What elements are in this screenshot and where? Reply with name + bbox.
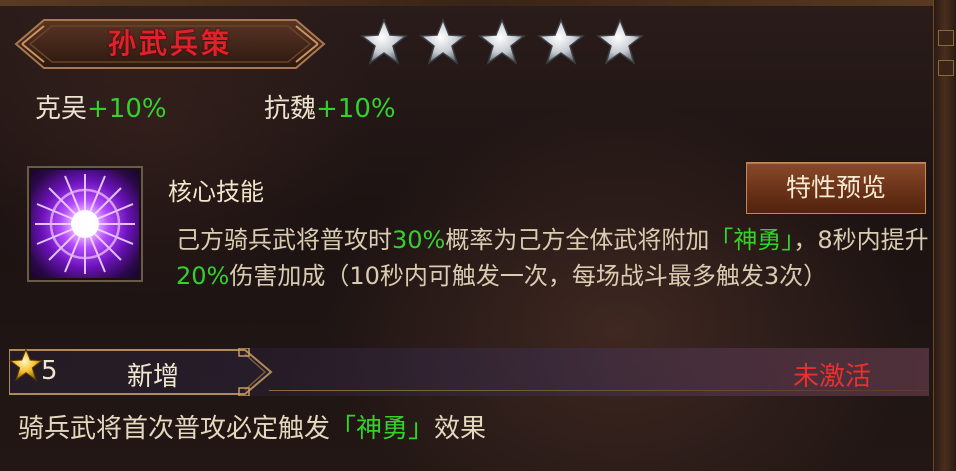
bonus-label: 抗魏 — [264, 94, 317, 124]
title-banner: 孙武兵策 — [14, 18, 326, 70]
star-level: 5 — [41, 356, 58, 386]
star-rating — [360, 18, 644, 68]
desc-boost: 20% — [176, 262, 230, 290]
frame-ornament — [938, 60, 954, 76]
skill-name: 核心技能 — [168, 178, 264, 206]
silver-star-icon — [478, 18, 526, 65]
trait-preview-button[interactable]: 特性预览 — [746, 162, 926, 214]
frame-top-border — [0, 0, 956, 6]
silver-star-icon — [419, 18, 467, 65]
silver-star-icon — [596, 18, 644, 65]
effect-buff: 「神勇」 — [330, 414, 435, 444]
desc-buff: 「神勇」 — [709, 226, 794, 254]
effect-text: 骑兵武将首次普攻必定触发 — [18, 414, 331, 444]
desc-chance: 30% — [392, 226, 446, 254]
banner-title: 孙武兵策 — [107, 27, 232, 60]
gold-star-icon — [9, 348, 43, 382]
desc-text: 概率为己方全体武将附加 — [445, 226, 710, 254]
new-label: 新增 — [127, 362, 180, 392]
status-badge: 未激活 — [792, 362, 871, 392]
desc-text: 己方骑兵武将普攻时 — [176, 226, 392, 254]
bonus-value: +10% — [87, 94, 167, 124]
star-bonus-effect: 骑兵武将首次普攻必定触发「神勇」效果 — [18, 408, 486, 445]
frame-ornament — [938, 30, 954, 46]
desc-text: ，8秒内提升 — [793, 226, 929, 254]
effect-text: 效果 — [434, 414, 487, 444]
skill-description: 己方骑兵武将普攻时30%概率为己方全体武将附加「神勇」，8秒内提升 20%伤害加成… — [176, 222, 946, 294]
silver-star-icon — [360, 18, 408, 65]
bonus-vs-wei: 抗魏+10% — [264, 88, 396, 125]
desc-text: 伤害加成（10秒内可触发一次，每场战斗最多触发3次） — [229, 262, 828, 290]
bonus-vs-wu: 克吴+10% — [35, 88, 167, 125]
bonus-label: 克吴 — [35, 94, 88, 124]
silver-star-icon — [537, 18, 585, 65]
star-bonus-bar: 5 新增 未激活 — [9, 348, 929, 396]
bonus-value: +10% — [316, 94, 396, 124]
purple-burst-icon — [27, 166, 143, 282]
